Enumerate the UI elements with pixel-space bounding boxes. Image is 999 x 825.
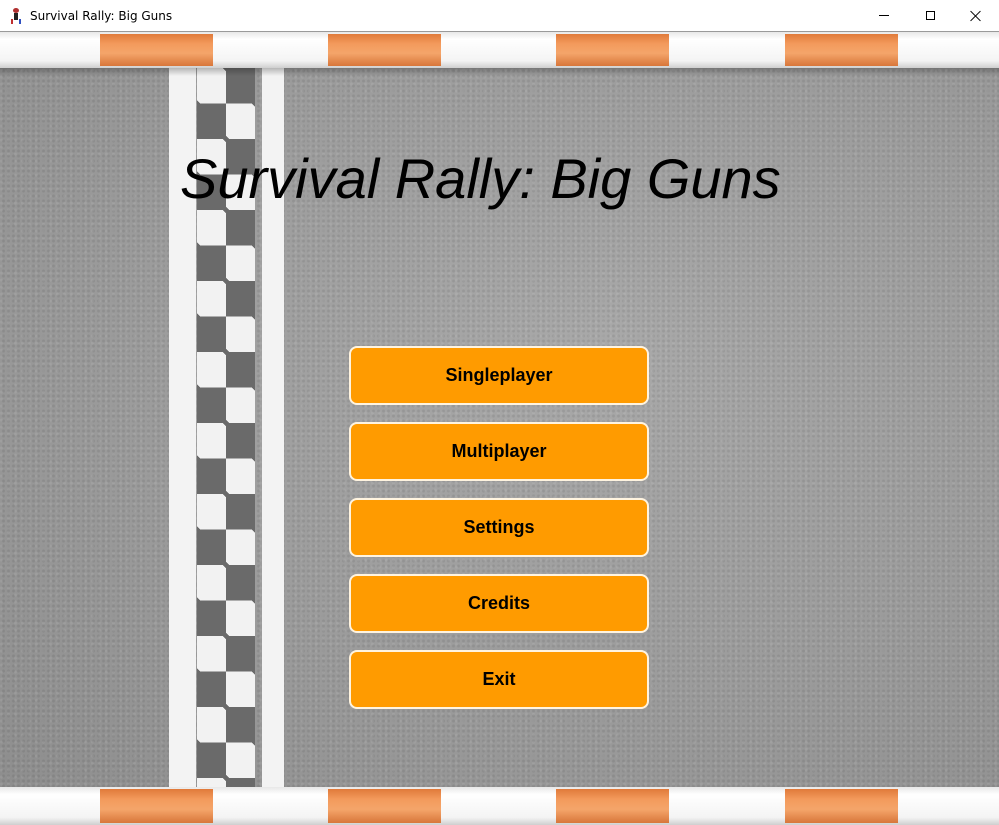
main-menu: Singleplayer Multiplayer Settings Credit…	[349, 346, 649, 726]
settings-button[interactable]: Settings	[349, 498, 649, 557]
bottom-curb	[0, 787, 999, 825]
app-icon	[8, 7, 24, 24]
minimize-button[interactable]	[861, 0, 907, 31]
window-controls	[861, 0, 999, 31]
top-curb-shadow	[0, 68, 999, 76]
maximize-button[interactable]	[907, 0, 953, 31]
maximize-icon	[925, 11, 935, 20]
exit-button[interactable]: Exit	[349, 650, 649, 709]
minimize-icon	[879, 15, 889, 16]
game-title: Survival Rally: Big Guns	[180, 147, 781, 210]
top-curb	[0, 32, 999, 68]
title-bar[interactable]: Survival Rally: Big Guns	[0, 0, 999, 31]
window-title: Survival Rally: Big Guns	[30, 8, 173, 23]
multiplayer-button[interactable]: Multiplayer	[349, 422, 649, 481]
singleplayer-button[interactable]: Singleplayer	[349, 346, 649, 405]
close-button[interactable]	[953, 0, 999, 31]
close-icon	[970, 10, 982, 22]
credits-button[interactable]: Credits	[349, 574, 649, 633]
game-window: Survival Rally: Big Guns Survival Rally:…	[0, 0, 999, 825]
